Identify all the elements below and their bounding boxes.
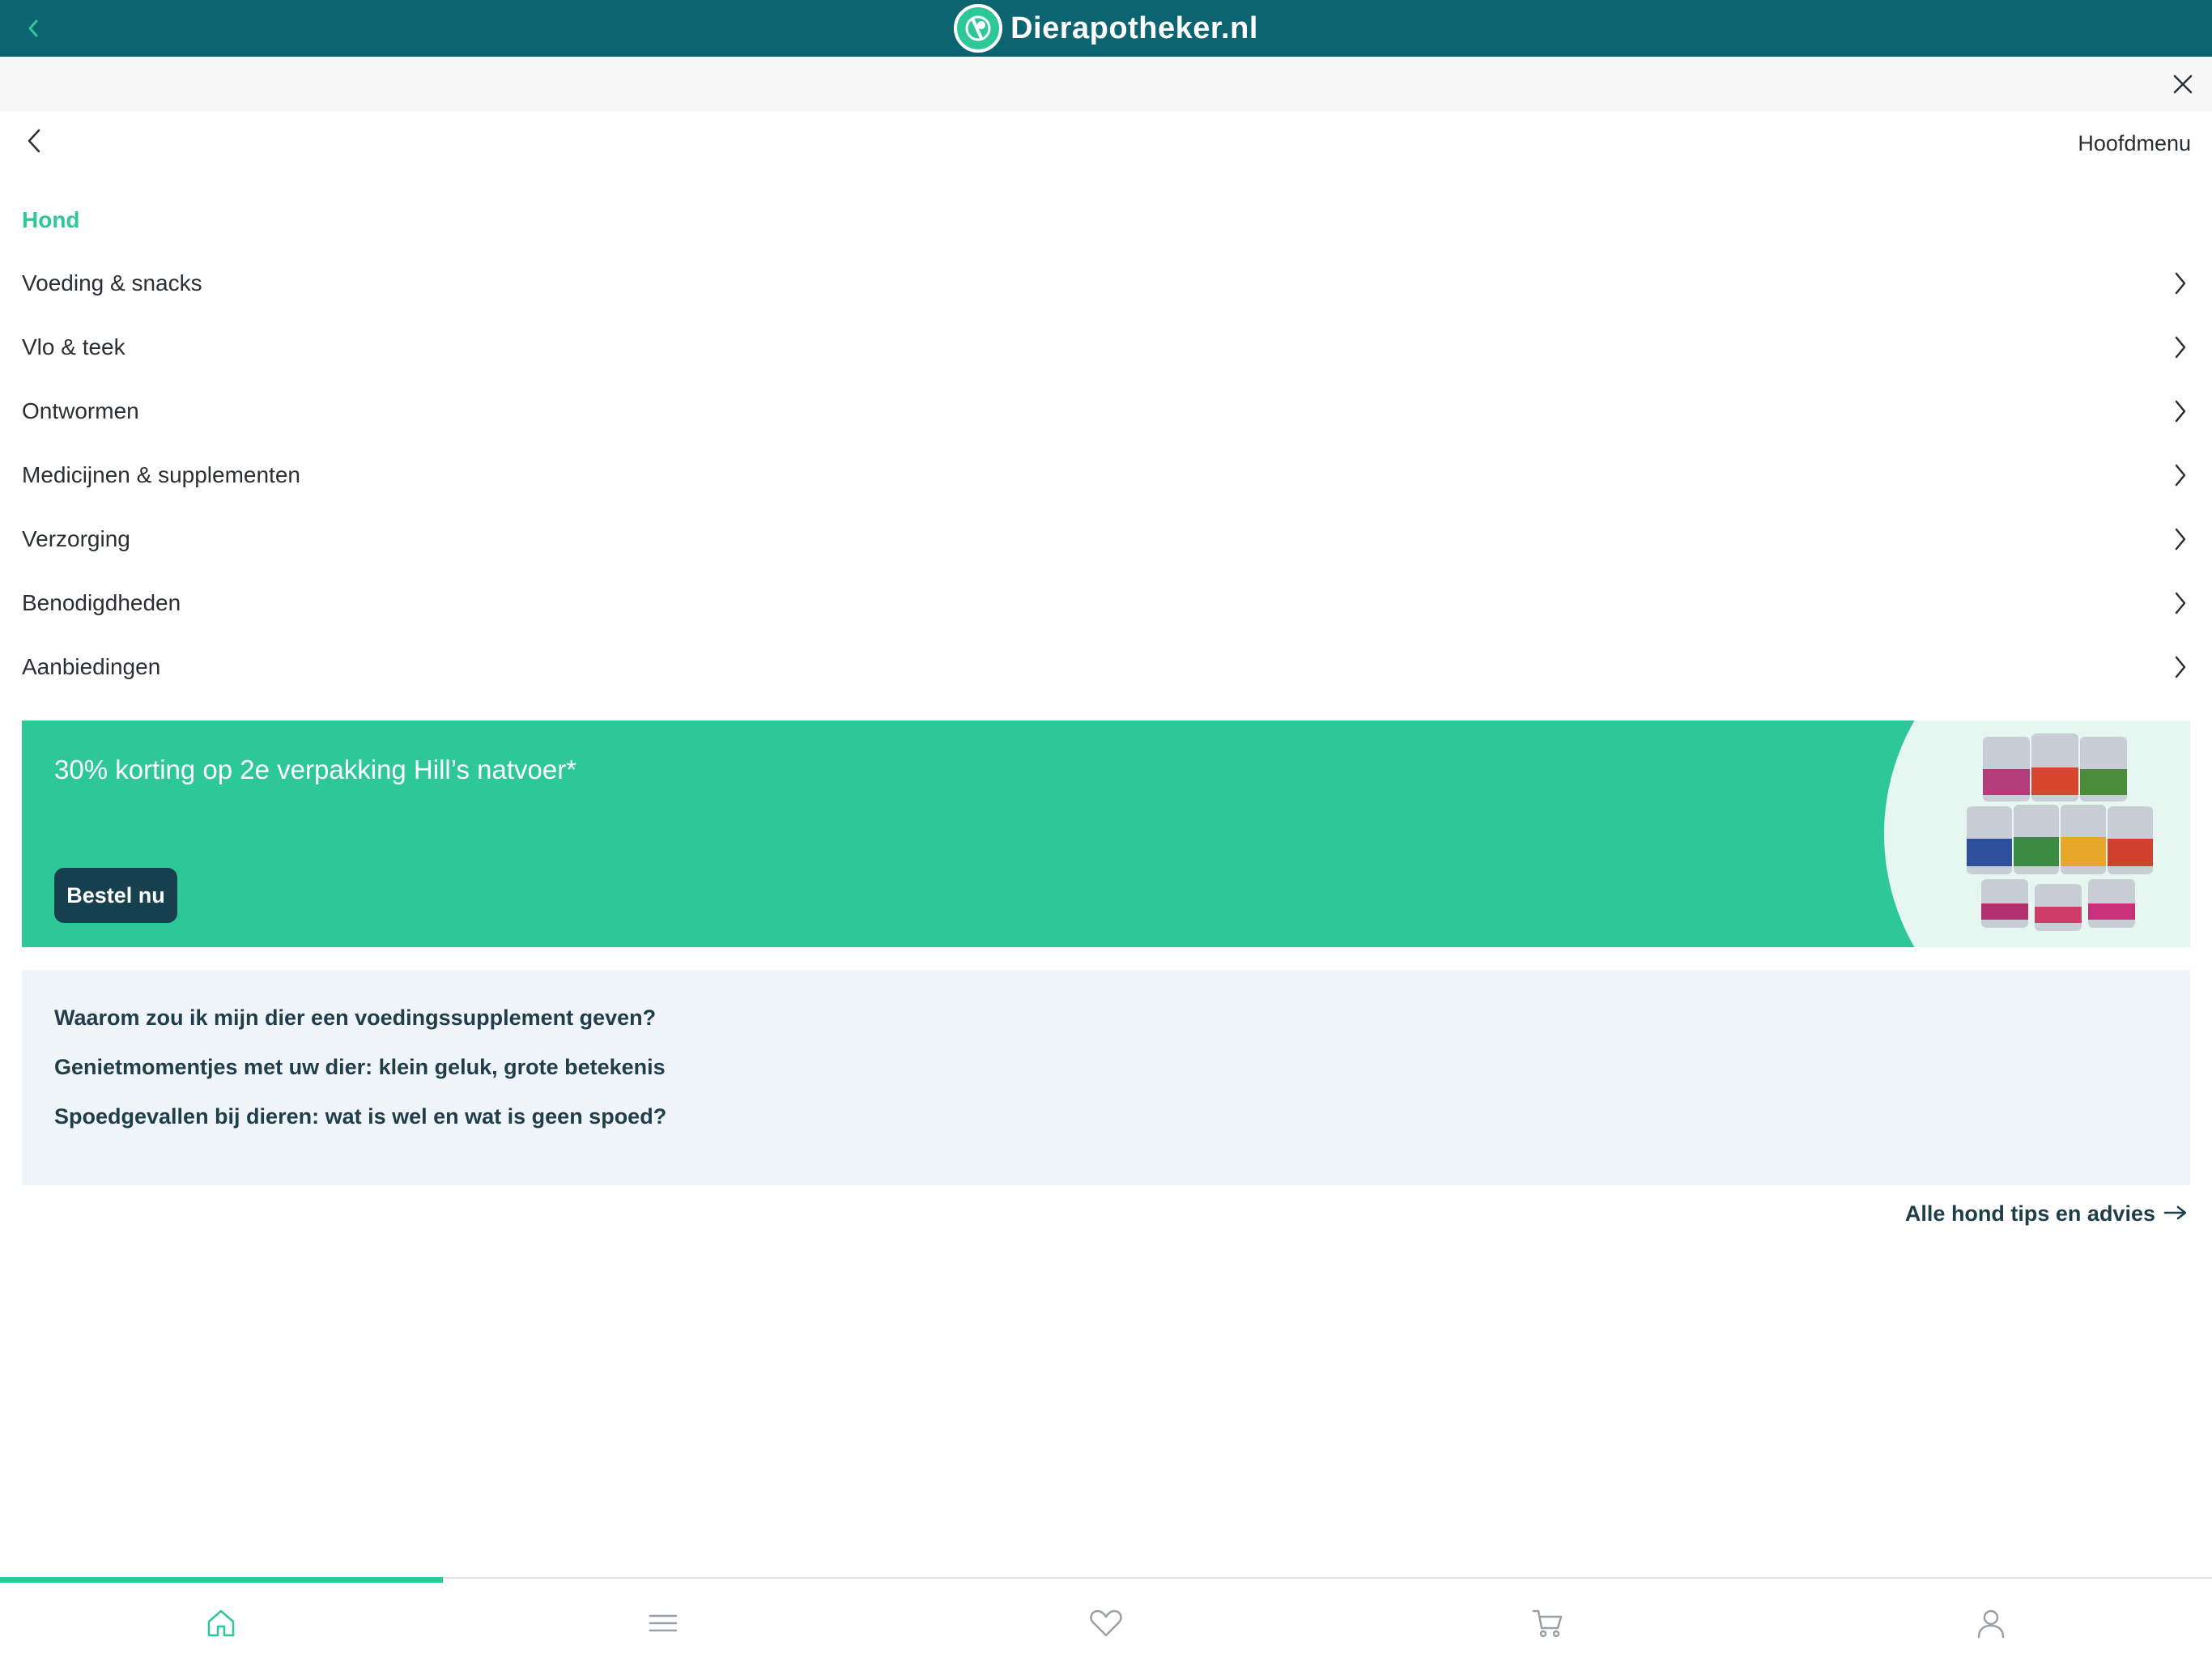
menu-item-aanbiedingen[interactable]: Aanbiedingen	[0, 635, 2212, 699]
menu-header: Hoofdmenu	[0, 112, 2212, 176]
promo-text: 30% korting op 2e verpakking Hill’s natv…	[54, 755, 577, 784]
chevron-right-icon	[2168, 525, 2193, 554]
close-icon[interactable]	[2168, 70, 2197, 99]
menu-item-voeding[interactable]: Voeding & snacks	[0, 251, 2212, 315]
chevron-left-icon[interactable]	[19, 15, 47, 42]
nav-menu[interactable]	[442, 1603, 884, 1643]
menu-topbar	[0, 57, 2212, 112]
article-link[interactable]: Genietmomentjes met uw dier: klein geluk…	[54, 1055, 666, 1080]
menu-item-label: Voeding & snacks	[22, 270, 202, 295]
article-link[interactable]: Spoedgevallen bij dieren: wat is wel en …	[54, 1104, 666, 1129]
chevron-right-icon	[2168, 653, 2193, 682]
menu-icon	[649, 1614, 678, 1632]
menu-item-medicijnen[interactable]: Medicijnen & supplementen	[0, 443, 2212, 507]
chevron-right-icon	[2168, 461, 2193, 490]
section-title[interactable]: Hond	[22, 207, 80, 233]
nav-home[interactable]	[0, 1603, 442, 1643]
chevron-right-icon	[2168, 333, 2193, 362]
pet-logo-icon	[954, 4, 1003, 53]
category-menu: Voeding & snacks Vlo & teek Ontwormen Me…	[0, 251, 2212, 699]
active-tab-indicator	[0, 1577, 443, 1583]
advice-articles: Waarom zou ik mijn dier een voedingssupp…	[22, 970, 2190, 1185]
nav-favorites[interactable]	[885, 1603, 1327, 1643]
nav-account[interactable]	[1770, 1603, 2212, 1643]
menu-item-vlo-teek[interactable]: Vlo & teek	[0, 315, 2212, 379]
article-link[interactable]: Waarom zou ik mijn dier een voedingssupp…	[54, 1005, 656, 1031]
menu-back-button[interactable]	[19, 125, 49, 157]
all-tips-link[interactable]: Alle hond tips en advies	[1905, 1201, 2188, 1226]
user-icon	[1977, 1609, 2005, 1639]
chevron-right-icon	[2168, 589, 2193, 618]
menu-item-label: Benodigdheden	[22, 589, 181, 615]
chevron-right-icon	[2168, 269, 2193, 298]
home-icon	[207, 1609, 235, 1637]
menu-item-verzorging[interactable]: Verzorging	[0, 507, 2212, 571]
menu-item-ontwormen[interactable]: Ontwormen	[0, 379, 2212, 443]
pet-food-cans-image	[1967, 733, 2153, 931]
menu-item-label: Verzorging	[22, 525, 130, 551]
nav-cart[interactable]	[1327, 1603, 1769, 1643]
order-now-button[interactable]: Bestel nu	[54, 868, 177, 923]
menu-item-label: Ontwormen	[22, 397, 139, 423]
chevron-right-icon	[2168, 397, 2193, 426]
all-tips-label: Alle hond tips en advies	[1904, 1201, 2155, 1226]
menu-item-label: Vlo & teek	[22, 334, 125, 359]
menu-item-benodigdheden[interactable]: Benodigdheden	[0, 571, 2212, 635]
promo-banner[interactable]: 30% korting op 2e verpakking Hill’s natv…	[22, 721, 2190, 947]
heart-icon	[1090, 1609, 1122, 1637]
top-bar: Dierapotheker.nl	[0, 0, 2212, 57]
arrow-right-icon	[2163, 1201, 2188, 1226]
main-menu-link[interactable]: Hoofdmenu	[2078, 131, 2191, 156]
brand-logo[interactable]: Dierapotheker.nl	[954, 4, 1258, 53]
menu-item-label: Aanbiedingen	[22, 653, 161, 679]
cart-icon	[1532, 1609, 1563, 1638]
menu-item-label: Medicijnen & supplementen	[22, 461, 300, 487]
bottom-nav	[0, 1577, 2212, 1658]
brand-name: Dierapotheker.nl	[1010, 11, 1258, 45]
